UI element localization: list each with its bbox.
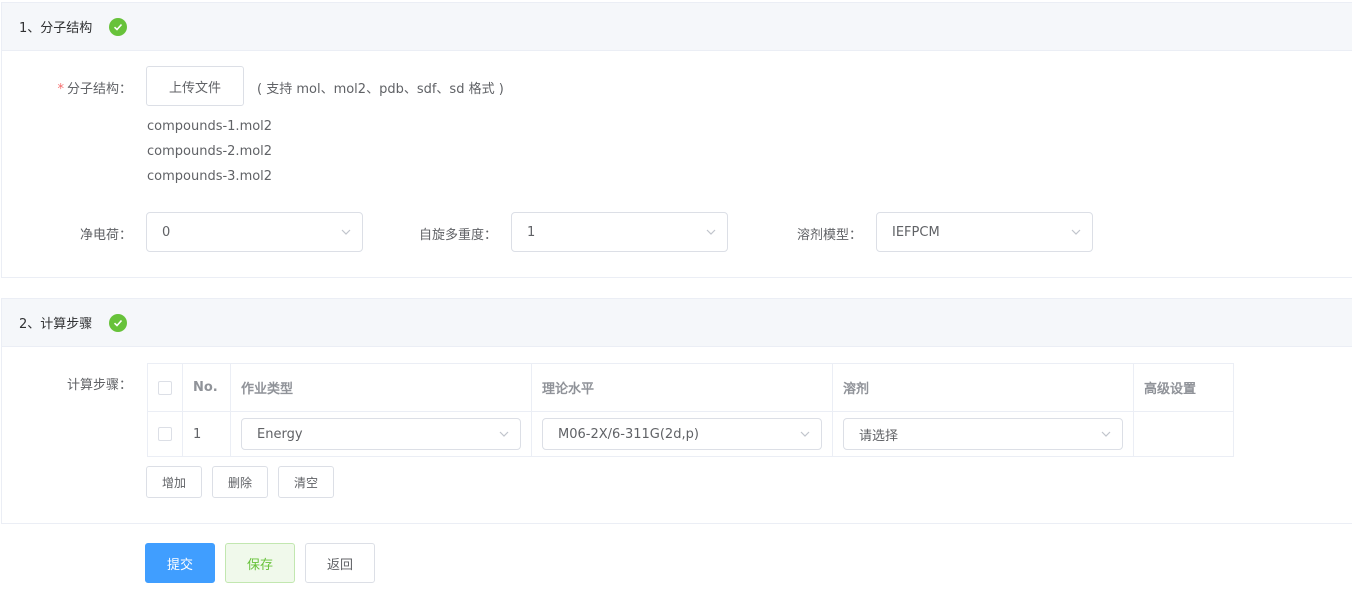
select-all-cell — [147, 363, 183, 412]
calculation-steps-section: 2、计算步骤 计算步骤： No. 作业类型 理论水平 溶剂 高级设置 1 Ene… — [1, 298, 1352, 524]
theory-level-value: M06-2X/6-311G(2d,p) — [558, 426, 699, 442]
solvent-cell: 请选择 — [832, 411, 1134, 457]
column-header-advanced: 高级设置 — [1133, 363, 1234, 412]
solvent-model-select[interactable]: IEFPCM — [876, 212, 1093, 252]
chevron-down-icon — [706, 229, 716, 235]
upload-format-hint: ( 支持 mol、mol2、pdb、sdf、sd 格式 ) — [257, 82, 504, 97]
multiplicity-label: 自旋多重度： — [418, 228, 497, 243]
charge-value: 0 — [162, 224, 171, 240]
solvent-select[interactable]: 请选择 — [843, 418, 1123, 450]
multiplicity-value: 1 — [527, 224, 536, 240]
job-type-select[interactable]: Energy — [241, 418, 521, 450]
structure-label-text: 分子结构： — [66, 82, 132, 97]
steps-table: No. 作业类型 理论水平 溶剂 高级设置 1 Energy M06-2X/6-… — [147, 363, 1234, 457]
column-header-no: No. — [182, 363, 231, 412]
save-button[interactable]: 保存 — [225, 543, 295, 583]
submit-button[interactable]: 提交 — [145, 543, 215, 583]
delete-step-button[interactable]: 删除 — [212, 466, 268, 498]
file-item[interactable]: compounds-2.mol2 — [147, 144, 272, 159]
steps-label: 计算步骤： — [66, 378, 132, 393]
required-mark: * — [57, 82, 64, 97]
check-circle-icon — [109, 313, 128, 332]
chevron-down-icon — [1071, 229, 1081, 235]
row-no: 1 — [182, 411, 231, 457]
section-header: 1、分子结构 — [2, 3, 1352, 51]
job-type-cell: Energy — [230, 411, 532, 457]
table-header-row: No. 作业类型 理论水平 溶剂 高级设置 — [147, 363, 1234, 412]
check-circle-icon — [109, 17, 128, 36]
structure-label: * 分子结构： — [52, 78, 132, 97]
molecule-structure-section: 1、分子结构 * 分子结构： 上传文件 ( 支持 mol、mol2、pdb、sdf… — [1, 2, 1352, 278]
chevron-down-icon — [499, 431, 509, 437]
table-row: 1 Energy M06-2X/6-311G(2d,p) 请选择 — [147, 411, 1234, 457]
select-all-checkbox[interactable] — [158, 380, 172, 395]
clear-steps-button[interactable]: 清空 — [278, 466, 334, 498]
advanced-cell — [1133, 411, 1234, 457]
column-header-theory-level: 理论水平 — [531, 363, 833, 412]
row-checkbox[interactable] — [158, 427, 172, 441]
section-title: 2、计算步骤 — [19, 317, 93, 332]
solvent-model-value: IEFPCM — [892, 224, 940, 240]
theory-level-select[interactable]: M06-2X/6-311G(2d,p) — [542, 418, 822, 450]
section-title: 1、分子结构 — [19, 21, 93, 36]
job-type-value: Energy — [257, 426, 303, 442]
charge-select[interactable]: 0 — [146, 212, 363, 252]
upload-file-button[interactable]: 上传文件 — [146, 66, 244, 106]
column-header-solvent: 溶剂 — [832, 363, 1134, 412]
back-button[interactable]: 返回 — [305, 543, 375, 583]
solvent-model-label: 溶剂模型： — [796, 228, 862, 243]
chevron-down-icon — [341, 229, 351, 235]
add-step-button[interactable]: 增加 — [146, 466, 202, 498]
section-header: 2、计算步骤 — [2, 299, 1352, 347]
file-item[interactable]: compounds-1.mol2 — [147, 119, 272, 134]
multiplicity-select[interactable]: 1 — [511, 212, 728, 252]
row-checkbox-cell — [147, 411, 183, 457]
solvent-placeholder: 请选择 — [859, 428, 899, 444]
theory-level-cell: M06-2X/6-311G(2d,p) — [531, 411, 833, 457]
file-item[interactable]: compounds-3.mol2 — [147, 169, 272, 184]
column-header-job-type: 作业类型 — [230, 363, 532, 412]
chevron-down-icon — [800, 431, 810, 437]
chevron-down-icon — [1101, 431, 1111, 437]
charge-label: 净电荷： — [79, 228, 132, 243]
